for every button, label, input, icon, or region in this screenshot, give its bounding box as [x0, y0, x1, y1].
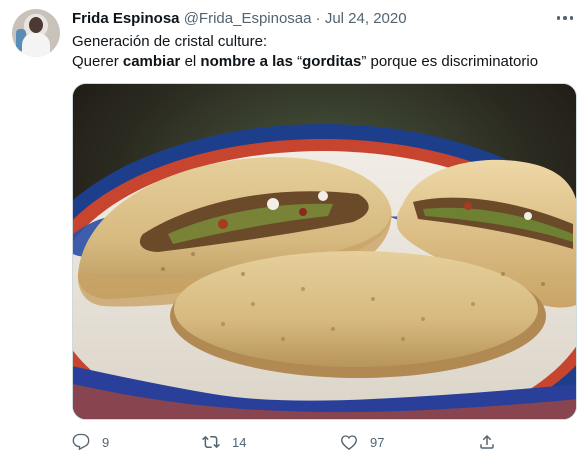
text-part: Querer: [72, 53, 123, 70]
more-icon: [556, 16, 561, 20]
more-options-button[interactable]: [552, 8, 578, 28]
text-part: ” porque es discriminatorio: [361, 53, 539, 70]
retweet-icon: [202, 435, 220, 449]
text-part: el: [180, 53, 201, 70]
share-icon: [480, 434, 494, 449]
reply-icon: [72, 433, 90, 451]
text-bold: cambiar: [122, 53, 181, 70]
retweet-count: 14: [232, 434, 247, 450]
avatar-head: [29, 17, 43, 33]
reply-count: 9: [102, 434, 110, 450]
text-bold: gorditas: [302, 53, 362, 70]
tweet-text: Generación de cristal culture: Querer ca…: [72, 32, 572, 72]
photo-of-gorditas: [73, 84, 576, 419]
tweet[interactable]: Frida Espinosa @Frida_Espinosaa · Jul 24…: [0, 0, 588, 461]
tweet-actions: 9 14 97: [72, 429, 502, 455]
more-icon-dot: [569, 16, 574, 20]
like-button[interactable]: 97: [340, 429, 384, 455]
reply-button[interactable]: 9: [72, 429, 109, 455]
author-handle[interactable]: @Frida_Espinosaa: [184, 10, 312, 27]
avatar-body: [22, 33, 50, 57]
avatar[interactable]: [12, 9, 60, 57]
like-count: 97: [370, 434, 385, 450]
tweet-text-line-1: Generación de cristal culture:: [72, 33, 268, 50]
tweet-media-photo[interactable]: [72, 83, 577, 420]
tweet-header: Frida Espinosa @Frida_Espinosaa · Jul 24…: [72, 9, 548, 29]
share-button[interactable]: [478, 429, 496, 455]
retweet-button[interactable]: 14: [202, 429, 246, 455]
text-bold: nombre a las: [200, 53, 293, 70]
more-icon-dot: [563, 16, 567, 20]
heart-icon: [341, 435, 357, 451]
header-separator: ·: [315, 10, 321, 27]
tweet-text-line-2: Querer cambiar el nombre a las “gorditas…: [72, 52, 572, 72]
text-part: “: [292, 53, 303, 70]
author-name[interactable]: Frida Espinosa: [72, 10, 180, 27]
tweet-date[interactable]: Jul 24, 2020: [325, 10, 407, 27]
